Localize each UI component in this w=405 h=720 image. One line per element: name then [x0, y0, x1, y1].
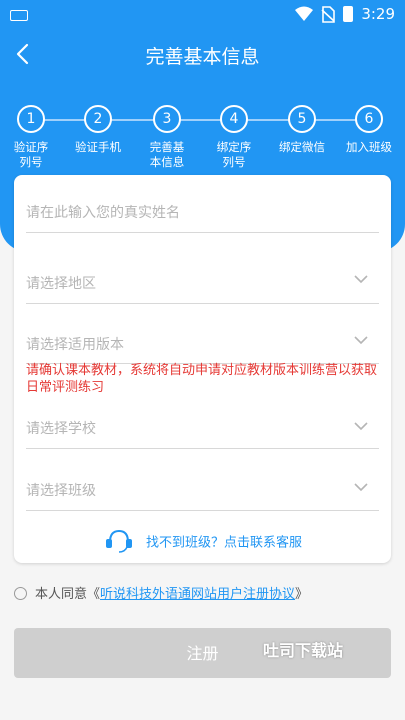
- edition-notice: 请确认课本教材，系统将自动申请对应教材版本训练营以获取日常评测练习: [26, 363, 378, 395]
- step-6: 6 加入班级: [336, 105, 402, 155]
- chevron-down-icon: [354, 336, 368, 345]
- contact-service-link[interactable]: 找不到班级？点击联系客服: [14, 527, 391, 555]
- battery-icon: [343, 6, 353, 22]
- step-3: 3 完善基 本信息: [134, 105, 200, 170]
- watermark: 吐司下载站: [263, 641, 344, 660]
- app-header: 完善基本信息: [0, 30, 405, 78]
- step-4: 4 绑定序 列号: [201, 105, 267, 170]
- edition-select[interactable]: 请选择适用版本: [26, 326, 379, 364]
- step-number: 4: [220, 105, 248, 133]
- step-number: 2: [84, 105, 112, 133]
- step-number: 5: [288, 105, 316, 133]
- step-1: 1 验证序 列号: [0, 105, 64, 170]
- step-label: 绑定序 列号: [216, 140, 252, 169]
- step-label: 加入班级: [346, 140, 392, 154]
- name-placeholder: 请在此输入您的真实姓名: [26, 205, 180, 221]
- form-card: 请在此输入您的真实姓名 请选择地区 请选择适用版本 请确认课本教材，系统将自动申…: [14, 175, 391, 563]
- step-label: 绑定微信: [279, 140, 325, 154]
- wifi-icon: [295, 6, 313, 21]
- step-label: 验证手机: [75, 140, 121, 154]
- school-select[interactable]: 请选择学校: [26, 412, 379, 449]
- service-text: 找不到班级？点击联系客服: [146, 535, 303, 551]
- step-indicator: 1 验证序 列号 2 验证手机 3 完善基 本信息 4 绑定序 列号 5 绑定微…: [0, 105, 405, 175]
- step-label: 验证序 列号: [13, 140, 49, 169]
- no-sim-icon: [321, 6, 335, 23]
- name-input[interactable]: 请在此输入您的真实姓名: [26, 195, 379, 233]
- region-placeholder: 请选择地区: [26, 276, 96, 292]
- class-select[interactable]: 请选择班级: [26, 473, 379, 511]
- status-time: 3:29: [361, 5, 395, 23]
- edition-placeholder: 请选择适用版本: [26, 337, 124, 353]
- agreement-suffix: 》: [295, 587, 309, 602]
- customer-service-icon: [105, 529, 132, 553]
- agree-radio[interactable]: [14, 587, 27, 600]
- school-placeholder: 请选择学校: [26, 421, 96, 437]
- region-select[interactable]: 请选择地区: [26, 265, 379, 304]
- agreement-prefix: 本人同意《: [35, 587, 101, 602]
- step-2: 2 验证手机: [65, 105, 131, 155]
- chevron-down-icon: [354, 422, 368, 431]
- status-bar: 3:29: [0, 0, 405, 30]
- agreement-link[interactable]: 听说科技外语通网站用户注册协议: [100, 587, 295, 602]
- page-title: 完善基本信息: [145, 46, 260, 68]
- step-label: 完善基 本信息: [149, 140, 185, 169]
- chevron-down-icon: [354, 275, 368, 284]
- step-number: 3: [153, 105, 181, 133]
- agreement-row: 本人同意《听说科技外语通网站用户注册协议》: [14, 583, 308, 602]
- chevron-down-icon: [354, 483, 368, 492]
- step-5: 5 绑定微信: [269, 105, 335, 155]
- step-number: 1: [17, 105, 45, 133]
- keyboard-icon: [10, 10, 28, 21]
- class-placeholder: 请选择班级: [26, 483, 96, 499]
- step-number: 6: [355, 105, 383, 133]
